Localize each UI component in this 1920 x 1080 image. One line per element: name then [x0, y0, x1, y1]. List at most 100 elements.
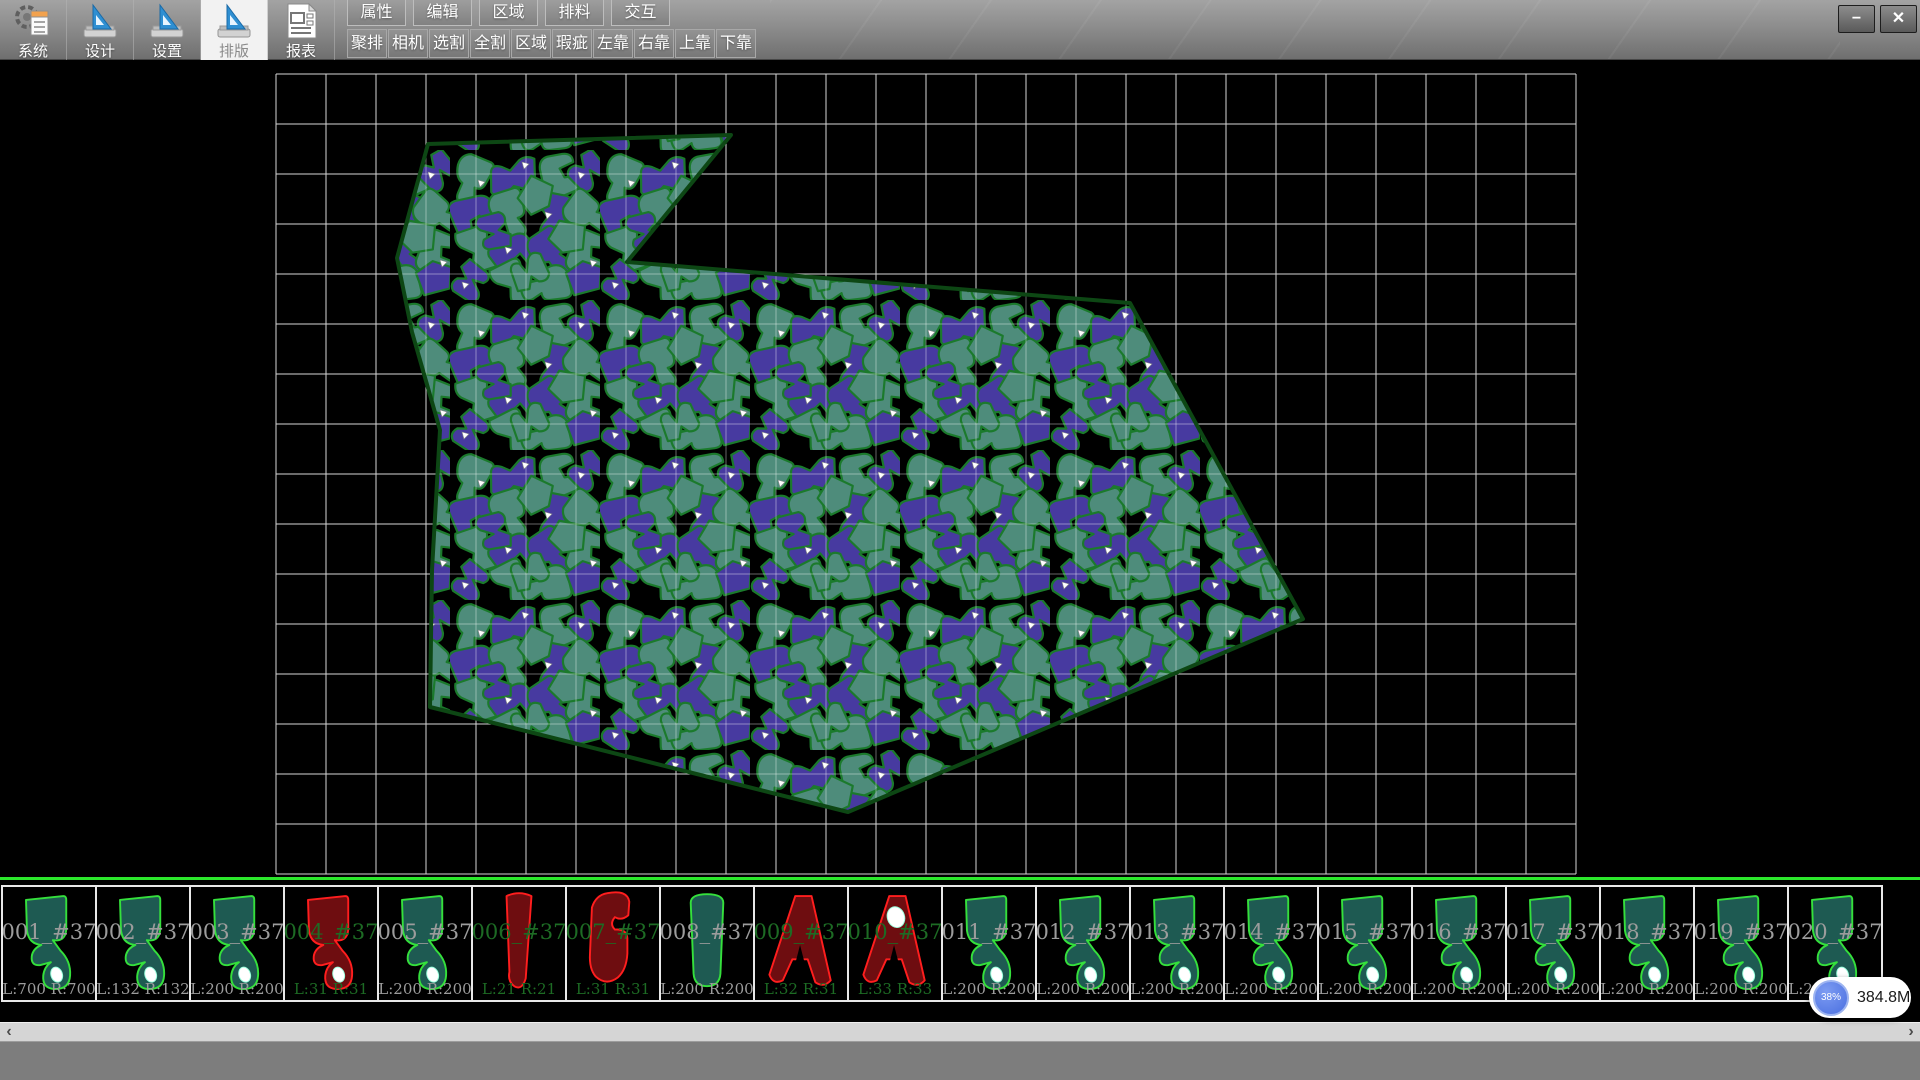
set-square-icon [78, 2, 122, 40]
window-controls: − ✕ [1838, 5, 1917, 33]
tool-button[interactable]: 聚排 [347, 29, 387, 58]
set-square-icon [145, 2, 189, 40]
memory-size-label: 384.8M [1857, 989, 1910, 1007]
menu-tab[interactable]: 属性 [347, 0, 406, 26]
app-tab-label: 报表 [286, 40, 316, 61]
piece-id-label: 012_#37 [1033, 920, 1133, 944]
piece-lr-label: L:200 R:200 [375, 980, 475, 998]
piece-lr-label: L:200 R:200 [1597, 980, 1697, 998]
piece-id-label: 013_#37 [1127, 920, 1227, 944]
piece-lr-label: L:200 R:200 [1503, 980, 1603, 998]
thumbnail-cell[interactable]: 012_#37 L:200 R:200 [1035, 885, 1131, 1002]
thumbnail-cell[interactable]: 002_#37 L:132 R:132 [95, 885, 191, 1002]
thumbnail-cell[interactable]: 010_#37 L:33 R:33 [847, 885, 943, 1002]
thumbnail-cell[interactable]: 009_#37 L:32 R:31 [753, 885, 849, 1002]
piece-id-label: 006_#37 [469, 920, 569, 944]
report-doc-icon [279, 2, 323, 40]
tool-button[interactable]: 左靠 [593, 29, 633, 58]
piece-id-label: 015_#37 [1315, 920, 1415, 944]
close-button[interactable]: ✕ [1880, 5, 1917, 33]
app-tab[interactable]: 系统 [0, 0, 67, 60]
app-tab[interactable]: 设置 [134, 0, 201, 60]
piece-lr-label: L:33 R:33 [845, 980, 945, 998]
thumbnail-cell[interactable]: 007_#37L:31 R:31 [565, 885, 661, 1002]
piece-id-label: 009_#37 [751, 920, 851, 944]
thumbnail-cell[interactable]: 016_#37 L:200 R:200 [1411, 885, 1507, 1002]
application-window: { "window": { "minimize_icon": "−", "clo… [0, 0, 1920, 1080]
thumbnail-cell[interactable]: 017_#37 L:200 R:200 [1505, 885, 1601, 1002]
tool-button[interactable]: 上靠 [675, 29, 715, 58]
app-tabs: 系统设计 设置 排版 报表 [0, 0, 335, 60]
thumbnail-cells: 001_#37L:700 R:700002_#37L:132 R:132003_… [1, 885, 1883, 1002]
menu-tab[interactable]: 区域 [479, 0, 538, 26]
minimize-button[interactable]: − [1838, 5, 1875, 33]
canvas-svg [0, 60, 1920, 877]
tool-button[interactable]: 相机 [388, 29, 428, 58]
piece-id-label: 014_#37 [1221, 920, 1321, 944]
piece-id-label: 017_#37 [1503, 920, 1603, 944]
piece-id-label: 004_#37 [281, 920, 381, 944]
scroll-right-icon[interactable]: › [1902, 1023, 1920, 1042]
piece-id-label: 019_#37 [1691, 920, 1791, 944]
piece-lr-label: L:200 R:200 [1691, 980, 1791, 998]
menu-tab-row: 属性编辑区域排料交互 [347, 0, 670, 27]
piece-id-label: 002_#37 [93, 920, 193, 944]
piece-lr-label: L:31 R:31 [563, 980, 663, 998]
piece-lr-label: L:21 R:21 [469, 980, 569, 998]
thumbnail-cell[interactable]: 005_#37 L:200 R:200 [377, 885, 473, 1002]
thumbnail-cell[interactable]: 003_#37 L:200 R:200 [189, 885, 285, 1002]
app-tab-label: 排版 [219, 40, 249, 61]
memory-progress-badge[interactable]: 38% 384.8M [1809, 977, 1911, 1018]
app-tab[interactable]: 排版 [201, 0, 268, 60]
piece-id-label: 008_#37 [657, 920, 757, 944]
piece-lr-label: L:200 R:200 [187, 980, 287, 998]
thumbnail-cell[interactable]: 006_#37 L:21 R:21 [471, 885, 567, 1002]
tool-button[interactable]: 选割 [429, 29, 469, 58]
piece-lr-label: L:31 R:31 [281, 980, 381, 998]
app-tab-label: 设置 [152, 40, 182, 61]
piece-lr-label: L:200 R:200 [1033, 980, 1133, 998]
piece-id-label: 010_#37 [845, 920, 945, 944]
piece-id-label: 003_#37 [187, 920, 287, 944]
thumbnail-cell[interactable]: 018_#37 L:200 R:200 [1599, 885, 1695, 1002]
app-tab[interactable]: 报表 [268, 0, 335, 60]
thumbnail-cell[interactable]: 008_#37 L:200 R:200 [659, 885, 755, 1002]
piece-lr-label: L:200 R:200 [1409, 980, 1509, 998]
tool-button[interactable]: 区域 [511, 29, 551, 58]
thumbnail-cell[interactable]: 015_#37L:200 R:200 [1317, 885, 1413, 1002]
piece-id-label: 011_#37 [939, 920, 1039, 944]
thumbnail-cell[interactable]: 001_#37L:700 R:700 [1, 885, 97, 1002]
thumbnail-cell[interactable]: 014_#37L:200 R:200 [1223, 885, 1319, 1002]
tool-button-row: 聚排相机选割全割区域瑕疵左靠右靠上靠下靠 [347, 29, 756, 58]
tool-button[interactable]: 全割 [470, 29, 510, 58]
menu-tab[interactable]: 交互 [611, 0, 670, 26]
horizontal-scrollbar[interactable]: ‹ › [0, 1022, 1920, 1041]
app-tab-label: 设计 [85, 40, 115, 61]
thumbnail-cell[interactable]: 011_#37 L:200 R:200 [941, 885, 1037, 1002]
piece-lr-label: L:132 R:132 [93, 980, 193, 998]
app-tab[interactable]: 设计 [67, 0, 134, 60]
menu-tab[interactable]: 排料 [545, 0, 604, 26]
piece-lr-label: L:200 R:200 [1127, 980, 1227, 998]
piece-id-label: 005_#37 [375, 920, 475, 944]
tool-button[interactable]: 右靠 [634, 29, 674, 58]
tool-button[interactable]: 下靠 [716, 29, 756, 58]
thumbnail-cell[interactable]: 004_#37 L:31 R:31 [283, 885, 379, 1002]
piece-lr-label: L:200 R:200 [657, 980, 757, 998]
menu-tab[interactable]: 编辑 [413, 0, 472, 26]
titlebar: 系统设计设置排版报表 属性编辑区域排料交互 聚排相机选割全割区域瑕疵左靠右靠上靠… [0, 0, 1920, 60]
thumbnail-cell[interactable]: 013_#37 L:200 R:200 [1129, 885, 1225, 1002]
piece-id-label: 018_#37 [1597, 920, 1697, 944]
progress-circle-icon: 38% [1813, 980, 1849, 1016]
piece-lr-label: L:32 R:31 [751, 980, 851, 998]
tool-button[interactable]: 瑕疵 [552, 29, 592, 58]
thumbnail-cell[interactable]: 019_#37 L:200 R:200 [1693, 885, 1789, 1002]
nesting-canvas[interactable] [0, 60, 1920, 877]
piece-lr-label: L:700 R:700 [0, 980, 99, 998]
scroll-left-icon[interactable]: ‹ [0, 1023, 18, 1042]
piece-thumbnail-strip: 001_#37L:700 R:700002_#37L:132 R:132003_… [0, 880, 1920, 1022]
piece-id-label: 020_#37 [1785, 920, 1885, 944]
system-gear-icon [11, 2, 55, 40]
piece-lr-label: L:200 R:200 [939, 980, 1039, 998]
piece-id-label: 016_#37 [1409, 920, 1509, 944]
